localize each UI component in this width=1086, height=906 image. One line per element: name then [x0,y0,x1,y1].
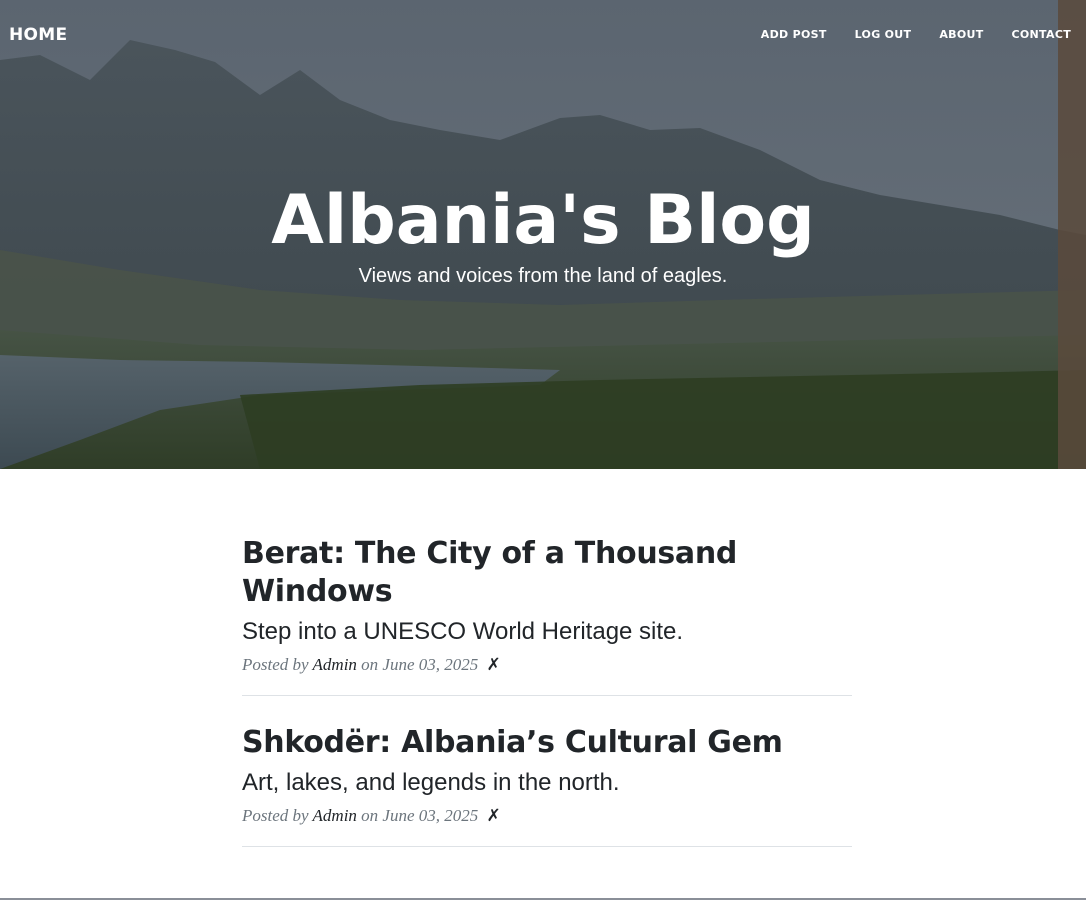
post-subtitle: Step into a UNESCO World Heritage site. [242,618,684,645]
nav-about-link[interactable]: ABOUT [939,28,983,41]
post-meta-prefix: Posted by [242,655,309,674]
home-link[interactable]: HOME [9,25,67,45]
post-preview: Shkodër: Albania’s Cultural Gem Art, lak… [242,724,852,847]
page-bottom-divider [0,898,1086,900]
post-title-link[interactable]: Berat: The City of a Thousand Windows [242,535,852,611]
delete-post-icon[interactable]: ✗ [487,806,501,825]
site-title: Albania's Blog [271,181,815,260]
delete-post-icon[interactable]: ✗ [487,655,501,674]
nav-contact-link[interactable]: CONTACT [1012,28,1071,41]
post-title-link[interactable]: Shkodër: Albania’s Cultural Gem [242,724,852,762]
site-heading: Albania's Blog Views and voices from the… [0,183,1086,288]
nav-log-out-link[interactable]: LOG OUT [855,28,912,41]
post-date: on June 03, 2025 [361,655,479,674]
post-author-link[interactable]: Admin [313,655,357,674]
post-meta-prefix: Posted by [242,806,309,825]
masthead-header: HOME ADD POST LOG OUT ABOUT CONTACT Alba… [0,0,1086,469]
post-preview: Berat: The City of a Thousand Windows St… [242,535,852,696]
post-list: Berat: The City of a Thousand Windows St… [242,535,852,875]
post-meta: Posted by Admin on June 03, 2025 ✗ [242,806,852,826]
navbar: HOME ADD POST LOG OUT ABOUT CONTACT [0,0,1086,72]
nav-links: ADD POST LOG OUT ABOUT CONTACT [761,28,1071,41]
post-author-link[interactable]: Admin [313,806,357,825]
site-subtitle: Views and voices from the land of eagles… [358,265,728,287]
post-date: on June 03, 2025 [361,806,479,825]
post-subtitle: Art, lakes, and legends in the north. [242,769,620,796]
nav-add-post-link[interactable]: ADD POST [761,28,827,41]
post-meta: Posted by Admin on June 03, 2025 ✗ [242,655,852,675]
